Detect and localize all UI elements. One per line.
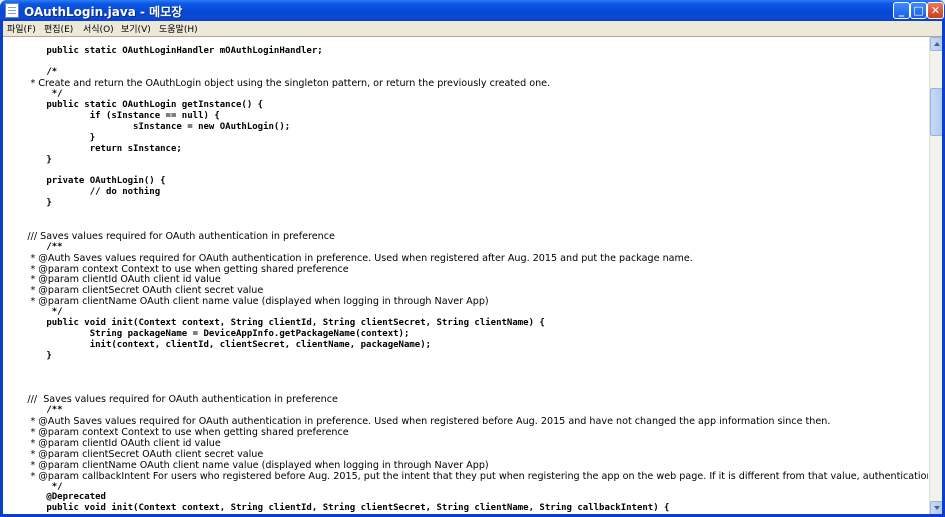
menu-bar: 파일(F) 편집(E) 서식(O) 보기(V) 도움말(H) bbox=[3, 21, 942, 36]
editor-line: /// Saves values required for OAuth auth… bbox=[3, 394, 338, 406]
scroll-up-button[interactable] bbox=[930, 37, 942, 51]
editor-line: * @param clientId OAuth client id value bbox=[3, 437, 221, 449]
editor-line: /** bbox=[3, 405, 63, 416]
editor-line: private OAuthLogin() { bbox=[3, 176, 166, 187]
editor-line: } bbox=[3, 132, 96, 143]
notepad-window: OAuthLogin.java - 메모장 _ □ ✕ 파일(F) 편집(E) … bbox=[0, 0, 945, 517]
editor-line: */ bbox=[3, 89, 63, 100]
menu-help[interactable]: 도움말(H) bbox=[159, 22, 198, 35]
close-button[interactable]: ✕ bbox=[927, 2, 944, 19]
editor-line: // do nothing bbox=[3, 187, 161, 198]
editor-line: public void init(Context context, String… bbox=[3, 318, 545, 328]
editor-line: init(context, clientId, clientSecret, cl… bbox=[3, 339, 432, 350]
editor-line: * @Auth Saves values required for OAuth … bbox=[3, 252, 693, 264]
editor-line: /* bbox=[3, 67, 58, 78]
title-bar[interactable]: OAuthLogin.java - 메모장 _ □ ✕ bbox=[0, 0, 945, 21]
minimize-button[interactable]: _ bbox=[893, 2, 910, 19]
editor-line: * @param clientId OAuth client id value bbox=[3, 274, 221, 286]
menu-edit[interactable]: 편집(E) bbox=[44, 22, 73, 35]
editor-line: * @param clientSecret OAuth client secre… bbox=[3, 448, 264, 460]
editor-line: } bbox=[3, 198, 52, 209]
editor-line: * @param context Context to use when get… bbox=[3, 427, 349, 438]
editor-line: } bbox=[3, 350, 52, 361]
editor-line: /// Saves values required for OAuth auth… bbox=[3, 230, 335, 242]
editor-line: */ bbox=[3, 481, 63, 492]
menu-file[interactable]: 파일(F) bbox=[7, 22, 36, 35]
editor-line: * @param callbackIntent For users who re… bbox=[3, 470, 928, 482]
menu-view[interactable]: 보기(V) bbox=[121, 22, 151, 35]
editor-line: return sInstance; bbox=[3, 143, 182, 154]
maximize-button[interactable]: □ bbox=[910, 2, 927, 19]
editor-line: * @param context Context to use when get… bbox=[3, 263, 349, 275]
editor-line: public void init(Context context, String… bbox=[3, 503, 670, 514]
vertical-scrollbar[interactable] bbox=[929, 37, 942, 514]
editor-line: * @param clientSecret OAuth client secre… bbox=[3, 285, 264, 297]
editor-line: public static OAuthLoginHandler mOAuthLo… bbox=[3, 45, 323, 56]
editor-line: } bbox=[3, 154, 52, 165]
editor-line: @Deprecated bbox=[3, 492, 106, 503]
text-editor[interactable]: public static OAuthLoginHandler mOAuthLo… bbox=[3, 36, 942, 514]
editor-line: if (sInstance == null) { bbox=[3, 110, 220, 121]
window-title: OAuthLogin.java - 메모장 bbox=[24, 5, 183, 19]
notepad-icon[interactable] bbox=[5, 3, 19, 18]
editor-line: String packageName = DeviceAppInfo.getPa… bbox=[3, 328, 410, 339]
editor-line: sInstance = new OAuthLogin(); bbox=[3, 121, 291, 132]
editor-line: * Create and return the OAuthLogin objec… bbox=[3, 78, 551, 90]
editor-line: * @Auth Saves values required for OAuth … bbox=[3, 416, 831, 428]
menu-format[interactable]: 서식(O) bbox=[83, 22, 114, 35]
editor-line: public static OAuthLogin getInstance() { bbox=[3, 100, 264, 110]
editor-line: */ bbox=[3, 307, 63, 318]
editor-line: * @param clientName OAuth client name va… bbox=[3, 296, 489, 308]
scroll-down-button[interactable] bbox=[930, 501, 942, 514]
editor-line: /** bbox=[3, 241, 63, 252]
scroll-thumb[interactable] bbox=[930, 88, 942, 136]
editor-text-area[interactable]: public static OAuthLoginHandler mOAuthLo… bbox=[3, 37, 928, 514]
editor-line: * @param clientName OAuth client name va… bbox=[3, 459, 489, 471]
